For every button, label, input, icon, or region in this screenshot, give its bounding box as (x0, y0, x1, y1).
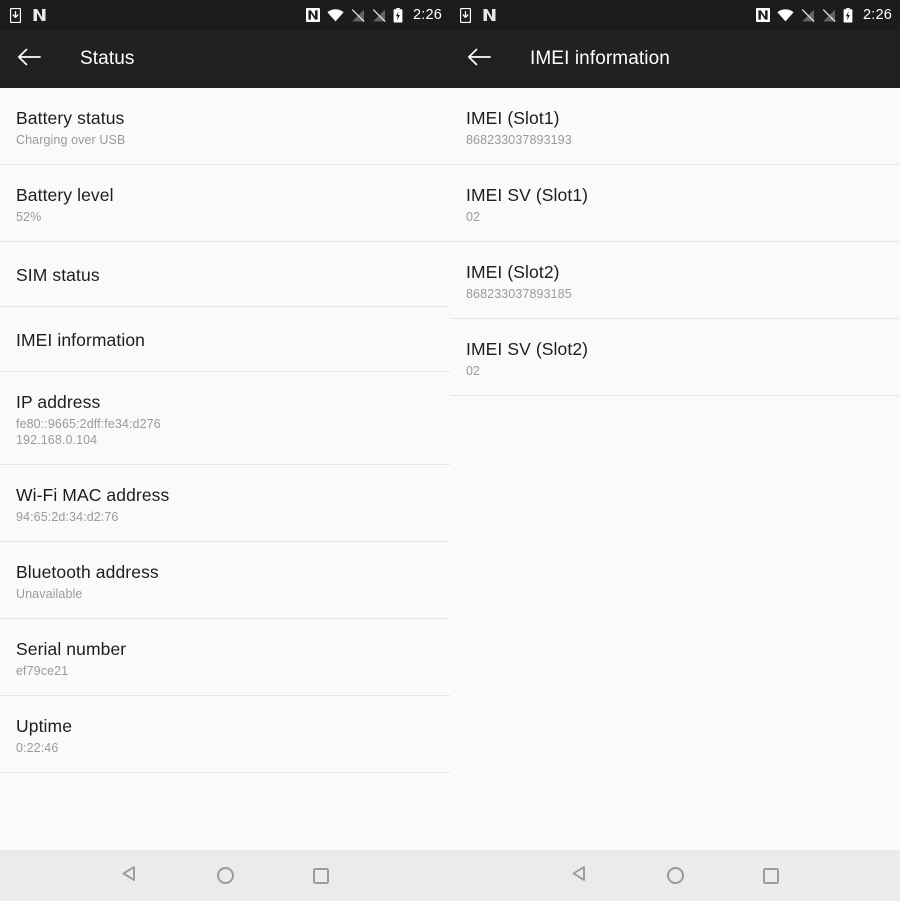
list-item[interactable]: Uptime 0:22:46 (0, 696, 450, 773)
status-bar-right-icons: 2:26 (305, 7, 442, 23)
system-navigation-bar-right (450, 850, 900, 901)
nav-home-circle-icon (216, 867, 234, 884)
arrow-back-icon (467, 47, 491, 72)
nfc-n-icon (305, 8, 320, 22)
battery-charging-icon (393, 7, 403, 23)
panel-status: 2:26 Status Battery status Charging over… (0, 0, 450, 901)
subtitle-line: Unavailable (16, 587, 83, 601)
list-item-subtitle: 02 (466, 209, 884, 225)
subtitle-line: 192.168.0.104 (16, 433, 98, 447)
list-item-title: Serial number (16, 639, 127, 659)
nfc-n-icon (482, 8, 497, 22)
subtitle-line: 868233037893185 (466, 287, 572, 301)
list-item-subtitle: 0:22:46 (16, 740, 434, 756)
list-item[interactable]: Battery level 52% (0, 165, 450, 242)
list-item-title: IMEI (Slot2) (466, 262, 560, 282)
nav-recents-button[interactable] (273, 850, 369, 901)
back-button-imei[interactable] (450, 30, 508, 88)
back-button-status[interactable] (0, 30, 58, 88)
page-title-status: Status (80, 48, 135, 69)
subtitle-line: 0:22:46 (16, 741, 59, 755)
status-bar-right-icons: 2:26 (755, 7, 892, 23)
no-sim-signal-icon (351, 8, 365, 22)
subtitle-line: 02 (466, 210, 481, 224)
nav-recents-square-icon (763, 867, 779, 884)
list-item-title: IP address (16, 392, 101, 412)
nav-back-button[interactable] (81, 850, 177, 901)
action-bar-imei: IMEI information (450, 30, 900, 88)
system-navigation-bar-left (0, 850, 450, 901)
subtitle-line: 868233037893193 (466, 133, 572, 147)
status-list: Battery status Charging over USB Battery… (0, 88, 450, 850)
list-item[interactable]: IMEI (Slot2) 868233037893185 (450, 242, 900, 319)
status-bar-left: 2:26 (0, 0, 450, 30)
list-item-subtitle: 02 (466, 363, 884, 379)
wifi-icon (327, 8, 344, 22)
nav-back-button[interactable] (531, 850, 627, 901)
action-bar-status: Status (0, 30, 450, 88)
no-sim-signal-icon (801, 8, 815, 22)
status-bar-right: 2:26 (450, 0, 900, 30)
subtitle-line: 02 (466, 364, 481, 378)
list-item[interactable]: IMEI SV (Slot2) 02 (450, 319, 900, 396)
list-item[interactable]: IMEI SV (Slot1) 02 (450, 165, 900, 242)
imei-list: IMEI (Slot1) 868233037893193 IMEI SV (Sl… (450, 88, 900, 850)
list-item-title: Battery level (16, 185, 114, 205)
nav-back-triangle-icon (570, 864, 589, 888)
phone-download-icon (10, 7, 21, 23)
list-item-title: Battery status (16, 108, 125, 128)
nav-recents-button[interactable] (723, 850, 819, 901)
list-item[interactable]: SIM status (0, 242, 450, 307)
list-item[interactable]: IP address fe80::9665:2dff:fe34:d276 192… (0, 372, 450, 465)
nfc-n-icon (32, 8, 47, 22)
battery-charging-icon (843, 7, 853, 23)
nav-home-button[interactable] (627, 850, 723, 901)
list-item[interactable]: IMEI (Slot1) 868233037893193 (450, 88, 900, 165)
list-item-title: IMEI SV (Slot1) (466, 185, 589, 205)
list-item-title: IMEI (Slot1) (466, 108, 560, 128)
list-item-title: IMEI information (16, 330, 146, 350)
list-item-title: SIM status (16, 265, 100, 285)
nav-home-button[interactable] (177, 850, 273, 901)
list-item[interactable]: Wi-Fi MAC address 94:65:2d:34:d2:76 (0, 465, 450, 542)
list-item-title: Uptime (16, 716, 73, 736)
status-bar-left-icons (10, 7, 47, 23)
nav-home-circle-icon (666, 867, 684, 884)
list-item-title: Bluetooth address (16, 562, 159, 582)
subtitle-line: 94:65:2d:34:d2:76 (16, 510, 119, 524)
nav-recents-square-icon (313, 867, 329, 884)
nfc-n-icon (755, 8, 770, 22)
dual-screenshot-composite: 2:26 Status Battery status Charging over… (0, 0, 900, 901)
list-item-subtitle: 52% (16, 209, 434, 225)
list-item-subtitle: 868233037893193 (466, 132, 884, 148)
list-item-subtitle: ef79ce21 (16, 663, 434, 679)
list-item-subtitle: 868233037893185 (466, 286, 884, 302)
status-bar-clock: 2:26 (412, 7, 442, 23)
status-bar-clock: 2:26 (862, 7, 892, 23)
arrow-back-icon (17, 47, 41, 72)
no-sim-signal-icon (372, 8, 386, 22)
status-bar-left-icons (460, 7, 497, 23)
list-item[interactable]: Battery status Charging over USB (0, 88, 450, 165)
wifi-icon (777, 8, 794, 22)
list-item[interactable]: Serial number ef79ce21 (0, 619, 450, 696)
subtitle-line: fe80::9665:2dff:fe34:d276 (16, 417, 161, 431)
subtitle-line: ef79ce21 (16, 664, 69, 678)
panel-imei-information: 2:26 IMEI information IMEI (Slot1) 86823… (450, 0, 900, 901)
no-sim-signal-icon (822, 8, 836, 22)
page-title-imei: IMEI information (530, 48, 670, 69)
list-item-subtitle: fe80::9665:2dff:fe34:d276 192.168.0.104 (16, 416, 434, 448)
subtitle-line: 52% (16, 210, 42, 224)
list-item[interactable]: Bluetooth address Unavailable (0, 542, 450, 619)
list-item[interactable]: IMEI information (0, 307, 450, 372)
subtitle-line: Charging over USB (16, 133, 126, 147)
nav-back-triangle-icon (120, 864, 139, 888)
list-item-subtitle: 94:65:2d:34:d2:76 (16, 509, 434, 525)
phone-download-icon (460, 7, 471, 23)
list-item-title: Wi-Fi MAC address (16, 485, 170, 505)
list-item-title: IMEI SV (Slot2) (466, 339, 589, 359)
list-item-subtitle: Unavailable (16, 586, 434, 602)
list-item-subtitle: Charging over USB (16, 132, 434, 148)
